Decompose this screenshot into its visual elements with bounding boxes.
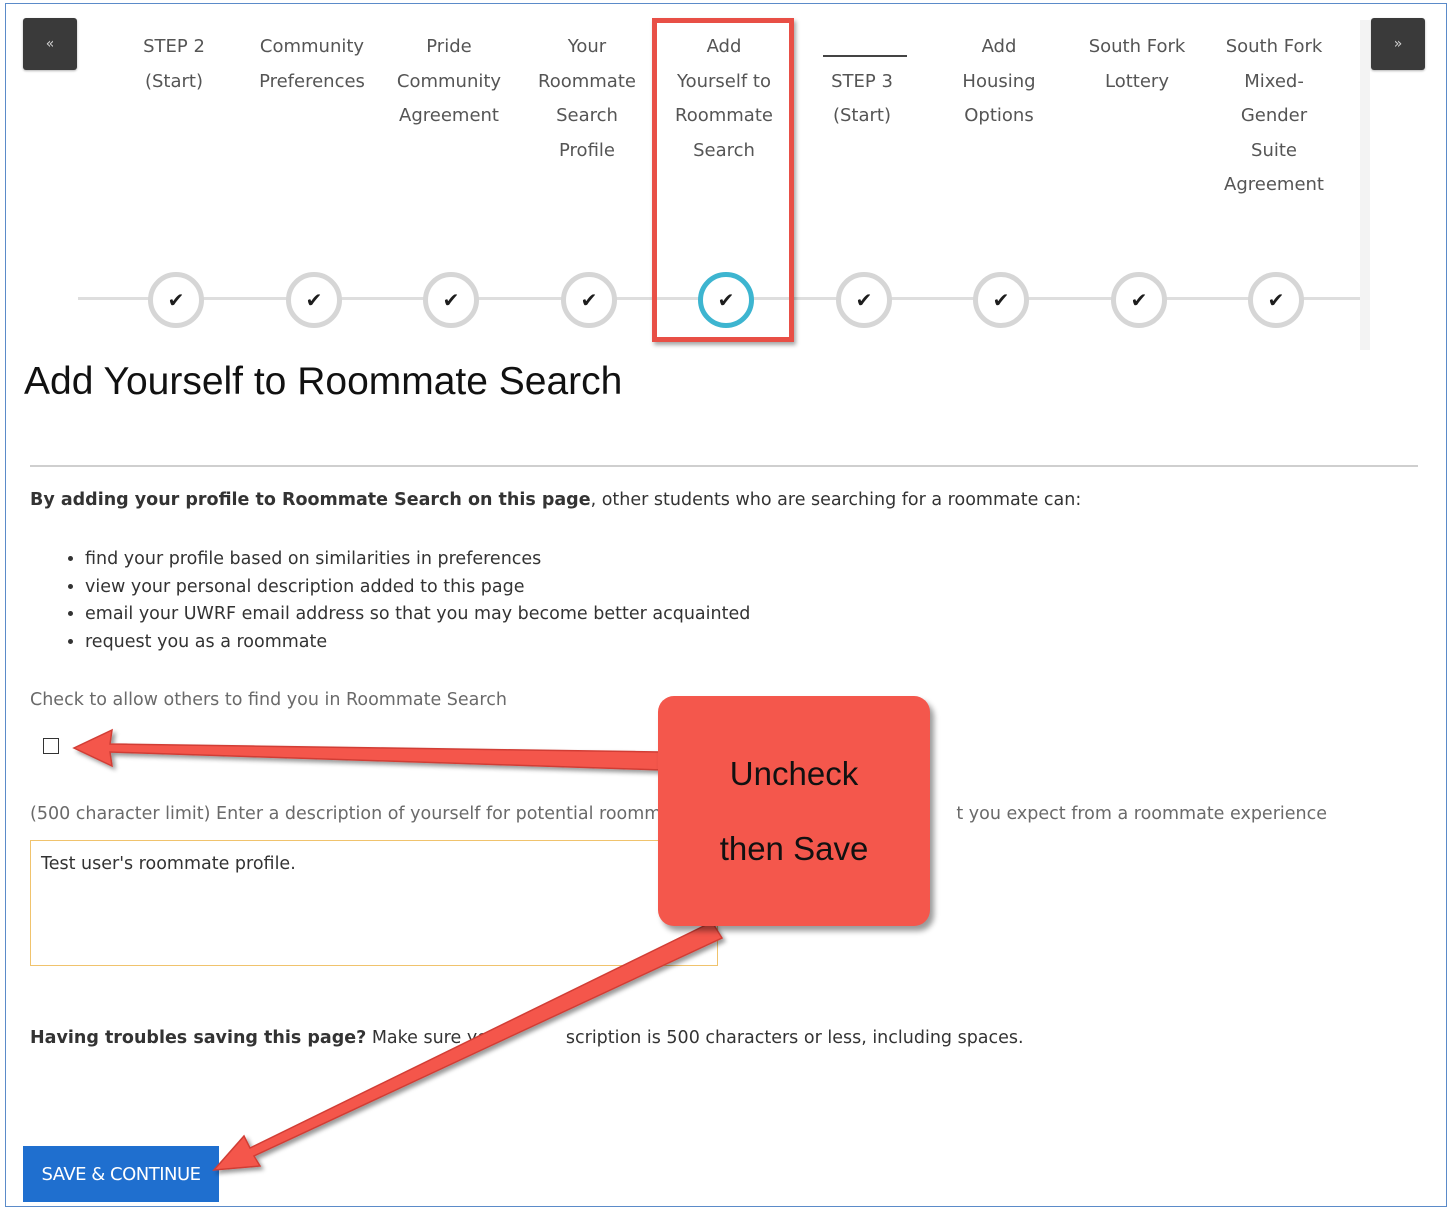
arrow-to-save-button bbox=[212, 921, 724, 1171]
annotation-callout: Uncheck then Save bbox=[658, 696, 930, 926]
callout-line-2: then Save bbox=[719, 830, 869, 867]
arrow-to-checkbox bbox=[72, 728, 663, 771]
callout-line-1: Uncheck bbox=[729, 755, 859, 792]
annotation-arrows bbox=[72, 728, 724, 1171]
